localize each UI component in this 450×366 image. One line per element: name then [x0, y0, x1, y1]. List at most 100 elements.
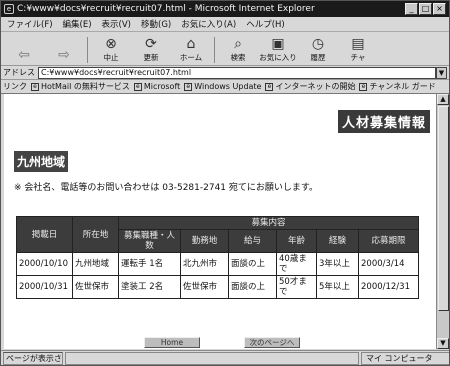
link-windows-update[interactable]: e Windows Update [184, 82, 261, 91]
home-label: ホーム [179, 53, 203, 62]
region-heading: 九州地域 [14, 151, 69, 172]
forward-icon: ⇨ [58, 47, 70, 63]
menu-edit[interactable]: 編集(E) [63, 18, 92, 30]
toolbar-separator [214, 37, 215, 63]
cell-salary: 面談の上 [228, 252, 277, 276]
stop-button[interactable]: ⊗ 中止 [92, 33, 130, 63]
scroll-thumb[interactable] [438, 106, 449, 311]
minimize-button[interactable]: _ [405, 3, 418, 15]
favorites-icon: ▣ [271, 36, 285, 52]
link-channel-guide[interactable]: e チャンネル ガード [359, 81, 436, 92]
history-icon: ◷ [311, 36, 325, 52]
refresh-button[interactable]: ⟳ 更新 [132, 33, 170, 63]
cell-experience: 5年以上 [316, 275, 359, 299]
status-text: ページが表示され [3, 352, 63, 365]
maximize-button[interactable]: □ [419, 3, 432, 15]
back-icon: ⇦ [18, 47, 30, 63]
channels-label: チャ [350, 53, 366, 62]
cell-date: 2000/10/31 [16, 275, 73, 299]
title-bar: e C:¥www¥docs¥recruit¥recruit07.html - M… [1, 1, 449, 17]
browser-window: e C:¥www¥docs¥recruit¥recruit07.html - M… [0, 0, 450, 366]
page-title: 人材募集情報 [337, 110, 430, 133]
table-row: 2000/10/10 九州地域 運転手 1名 北九州市 面談の上 40歳まで 3… [16, 252, 419, 276]
forward-button[interactable]: ⇨ [45, 33, 83, 63]
cell-experience: 3年以上 [316, 252, 359, 276]
contact-notice: ※ 会社名、電話等のお問い合わせは 03-5281-2741 宛てにお願いします… [14, 183, 318, 193]
home-nav-button[interactable]: Home [144, 337, 200, 348]
cell-job: 塗装工 2名 [118, 275, 181, 299]
menu-file[interactable]: ファイル(F) [7, 18, 53, 30]
cell-age: 50才まで [276, 275, 317, 299]
link-internet-start[interactable]: e インターネットの開始 [265, 81, 355, 92]
links-bar: リンク e HotMail の無料サービス e Microsoft e Windows… [1, 80, 449, 94]
jobs-table: 掲載日 所在地 募集内容 募集職種・人数 勤務地 給与 年齢 経験 応募期限 2… [16, 216, 419, 299]
cell-location: 佐世保市 [72, 275, 119, 299]
search-icon: ⌕ [234, 36, 242, 52]
cell-salary: 面談の上 [228, 275, 277, 299]
menu-favorites[interactable]: お気に入り(A) [181, 18, 236, 30]
stop-icon: ⊗ [105, 36, 117, 52]
link-hotmail[interactable]: e HotMail の無料サービス [31, 81, 130, 92]
refresh-label: 更新 [143, 53, 159, 62]
table-row: 2000/10/31 佐世保市 塗装工 2名 佐世保市 面談の上 50才まで 5… [16, 275, 419, 299]
toolbar-separator [87, 37, 88, 63]
scroll-down-icon[interactable]: ▼ [437, 338, 449, 349]
status-bar: ページが表示され マイ コンピュータ [1, 350, 449, 365]
page-content: 人材募集情報 九州地域 ※ 会社名、電話等のお問い合わせは 03-5281-27… [4, 94, 436, 349]
header-job: 募集職種・人数 [118, 229, 181, 253]
header-date: 掲載日 [16, 216, 73, 253]
links-label: リンク [3, 82, 27, 91]
header-workplace: 勤務地 [180, 229, 229, 253]
menu-view[interactable]: 表示(V) [102, 18, 131, 30]
window-title: C:¥www¥docs¥recruit¥recruit07.html - Mic… [17, 4, 315, 14]
toolbar: ⇦ ⇨ ⊗ 中止 ⟳ 更新 ⌂ ホーム ⌕ 検索 ▣ お気に入り ◷ 履歴 ▤ チャ [1, 32, 449, 66]
history-label: 履歴 [310, 53, 326, 62]
stop-label: 中止 [103, 53, 119, 62]
ie-logo-icon: e [4, 4, 14, 14]
page-icon: e [184, 82, 193, 91]
header-experience: 経験 [316, 229, 359, 253]
cell-workplace: 佐世保市 [180, 275, 229, 299]
address-label: アドレス [3, 68, 35, 77]
scroll-up-icon[interactable]: ▲ [437, 94, 449, 105]
refresh-icon: ⟳ [145, 36, 157, 52]
cell-deadline: 2000/12/31 [358, 275, 419, 299]
header-group: 募集内容 [118, 216, 419, 230]
home-button[interactable]: ⌂ ホーム [172, 33, 210, 63]
cell-location: 九州地域 [72, 252, 119, 276]
header-location: 所在地 [72, 216, 119, 253]
vertical-scrollbar[interactable]: ▲ ▼ [436, 94, 449, 349]
link-microsoft[interactable]: e Microsoft [133, 82, 180, 91]
address-input[interactable]: C:¥www¥docs¥recruit¥recruit07.html [38, 66, 436, 79]
page-icon: e [31, 82, 39, 91]
history-button[interactable]: ◷ 履歴 [299, 33, 337, 63]
header-deadline: 応募期限 [358, 229, 419, 253]
page-nav: Home 次のページへ [4, 337, 436, 349]
cell-date: 2000/10/10 [16, 252, 73, 276]
home-icon: ⌂ [186, 36, 196, 52]
menu-go[interactable]: 移動(G) [141, 18, 171, 30]
next-page-button[interactable]: 次のページへ [244, 337, 300, 348]
channels-button[interactable]: ▤ チャ [339, 33, 377, 63]
favorites-label: お気に入り [259, 53, 297, 62]
back-button[interactable]: ⇦ [5, 33, 43, 63]
page-icon: e [133, 82, 142, 91]
channels-icon: ▤ [351, 36, 365, 52]
search-button[interactable]: ⌕ 検索 [219, 33, 257, 63]
header-age: 年齢 [276, 229, 317, 253]
table-header-row: 掲載日 所在地 募集内容 [16, 216, 419, 253]
status-zone: マイ コンピュータ [361, 352, 449, 365]
menu-bar: ファイル(F) 編集(E) 表示(V) 移動(G) お気に入り(A) ヘルプ(H… [1, 17, 449, 32]
cell-job: 運転手 1名 [118, 252, 181, 276]
favorites-button[interactable]: ▣ お気に入り [259, 33, 297, 63]
page-icon: e [265, 82, 274, 91]
cell-workplace: 北九州市 [180, 252, 229, 276]
menu-help[interactable]: ヘルプ(H) [246, 18, 285, 30]
close-button[interactable]: × [433, 3, 446, 15]
cell-age: 40歳まで [276, 252, 317, 276]
chevron-down-icon[interactable]: ▼ [436, 66, 447, 79]
header-salary: 給与 [228, 229, 277, 253]
search-label: 検索 [230, 53, 246, 62]
status-progress [65, 352, 359, 365]
cell-deadline: 2000/3/14 [358, 252, 419, 276]
